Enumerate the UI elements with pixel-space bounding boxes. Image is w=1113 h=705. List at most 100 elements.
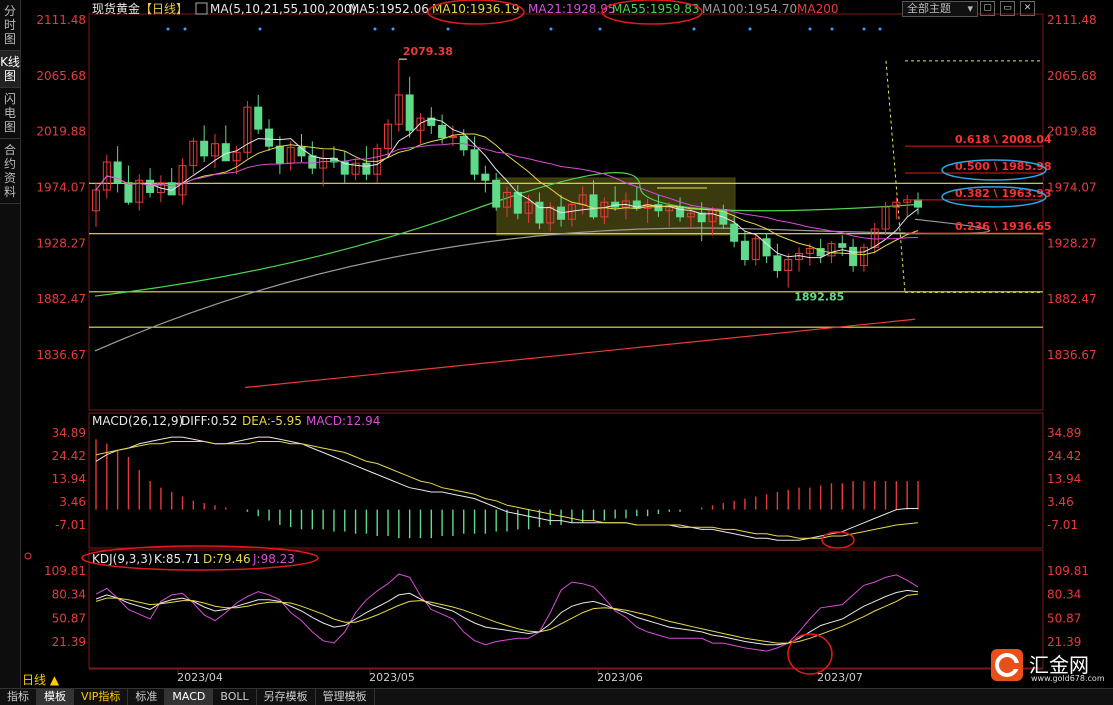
sidebar-tab-contract[interactable]: 合约资料 (0, 139, 20, 204)
y-tick-label-right: 2065.68 (1047, 69, 1097, 83)
y-tick-label-right: 1974.07 (1047, 181, 1097, 195)
x-tick-label: 2023/05 (369, 671, 415, 684)
y-tick-label-right: 2019.88 (1047, 125, 1097, 139)
theme-dropdown[interactable]: 全部主题 ▾ (902, 1, 978, 17)
event-marker-dot (862, 27, 866, 31)
candle-body (838, 243, 847, 248)
event-marker-dot (598, 27, 602, 31)
kdj-y-tick-right: 109.81 (1047, 564, 1089, 578)
candle-body (146, 179, 155, 193)
tab-standard[interactable]: 标准 (128, 689, 166, 705)
y-tick-label-right: 1928.27 (1047, 236, 1097, 250)
ma-label: MA(5,10,21,55,100,200) (210, 2, 356, 16)
tab-save-template[interactable]: 另存模板 (257, 689, 316, 705)
y-tick-label-left: 2111.48 (36, 13, 86, 27)
high-label: 2079.38 (403, 45, 453, 58)
macd-value: MACD:12.94 (306, 414, 380, 428)
ma200-line (244, 318, 916, 389)
tab-boll[interactable]: BOLL (213, 689, 257, 705)
annotation-ellipse-red (821, 531, 855, 549)
candle-body (913, 199, 923, 208)
chart-root: 2111.48 2111.48 2065.68 2065.68 2019.88 2019.… (0, 0, 1113, 704)
candle-body (221, 143, 230, 162)
sidebar-tab-flash[interactable]: 闪电图 (0, 88, 20, 139)
restore-icon[interactable]: ▢ (980, 1, 995, 16)
candle-body (730, 223, 739, 242)
sidebar: 分时图 K线图 闪电图 合约资料 (0, 0, 21, 688)
y-tick-label-right: 1836.67 (1047, 348, 1097, 362)
macd-diff: DIFF:0.52 (181, 414, 237, 428)
minimize-icon[interactable]: ▭ (1000, 1, 1015, 16)
y-tick-label-right: 1882.47 (1047, 292, 1097, 306)
x-tick-label: 2023/04 (177, 671, 223, 684)
event-marker-dot (373, 27, 377, 31)
tab-vip-indicator[interactable]: VIP指标 (74, 689, 129, 705)
candle-body (849, 246, 858, 267)
fib-level-label: 0.500 \ 1985.98 (955, 160, 1052, 173)
tab-macd[interactable]: MACD (165, 689, 214, 705)
event-marker-dot (830, 27, 834, 31)
sidebar-tab-kline[interactable]: K线图 (0, 51, 20, 88)
y-tick-label-left: 2019.88 (36, 125, 86, 139)
fib-diagonal (885, 60, 906, 293)
candle-body (275, 145, 284, 164)
candle-body (405, 94, 414, 131)
event-marker-dot (166, 27, 170, 31)
tab-template[interactable]: 模板 (37, 689, 74, 705)
close-icon[interactable]: ✕ (1020, 1, 1035, 16)
candle-body (265, 128, 274, 147)
event-marker-dot (878, 27, 882, 31)
candle-body (470, 149, 479, 175)
macd-y-tick-left: 24.42 (52, 449, 86, 463)
macd-y-tick-left: 34.89 (52, 426, 86, 440)
pane-border (88, 549, 1044, 669)
x-tick-label: 2023/06 (597, 671, 643, 684)
candle-body (254, 106, 263, 130)
candle-body (513, 191, 522, 214)
logo-url: www.gold678.com (1031, 674, 1105, 683)
chart-canvas: 2111.48 2111.48 2065.68 2065.68 2019.88 2019.… (24, 0, 1097, 684)
fib-level-label: 0.618 \ 2008.04 (955, 133, 1052, 146)
event-marker-dot (549, 27, 553, 31)
candle-body (362, 162, 371, 175)
chevron-down-icon: ▾ (967, 2, 973, 15)
y-tick-label-left: 1928.27 (36, 236, 86, 250)
kdj-y-tick-left: 50.87 (52, 611, 86, 625)
macd-y-tick-left: 13.94 (52, 472, 86, 486)
y-tick-label-right: 2111.48 (1047, 13, 1097, 27)
candle-body (740, 240, 749, 261)
event-marker-dot (258, 27, 262, 31)
candle-body (697, 212, 706, 223)
candle-body (589, 194, 598, 218)
kdj-y-tick-right: 50.87 (1047, 611, 1081, 625)
candle-body (438, 124, 447, 139)
macd-y-tick-left: -7.01 (55, 518, 86, 532)
macd-y-tick-right: 3.46 (1047, 495, 1074, 509)
sidebar-tab-timeshare[interactable]: 分时图 (0, 0, 20, 51)
kdj-y-tick-right: 80.34 (1047, 588, 1081, 602)
candle-body (308, 155, 317, 169)
y-tick-label-left: 1882.47 (36, 292, 86, 306)
fib-level-label: 0.236 \ 1936.65 (955, 220, 1052, 233)
kdj-y-tick-left: 21.39 (52, 635, 86, 649)
macd-dea: DEA:-5.95 (242, 414, 302, 428)
tab-manage-template[interactable]: 管理模板 (316, 689, 375, 705)
tab-indicator[interactable]: 指标 (0, 689, 37, 705)
ma-value: MA5:1952.06 (349, 2, 429, 16)
ma100-line (94, 218, 990, 352)
macd-y-tick-left: 3.46 (59, 495, 86, 509)
event-marker-dot (748, 27, 752, 31)
macd-y-tick-right: -7.01 (1047, 518, 1078, 532)
logo: 汇金网 www.gold678.com (985, 645, 1110, 685)
macd-y-tick-right: 13.94 (1047, 472, 1081, 486)
period-label[interactable]: 日线 ▲ (22, 671, 59, 688)
candle-body (124, 182, 133, 203)
fib-level-label: 0.382 \ 1963.93 (955, 187, 1052, 200)
kdj-d: D:79.46 (203, 552, 251, 566)
ma-value: MA100:1954.70 (702, 2, 797, 16)
macd-y-tick-right: 34.89 (1047, 426, 1081, 440)
kdj-y-tick-left: 80.34 (52, 588, 86, 602)
bottom-toolbar: 指标 模板 VIP指标 标准 MACD BOLL 另存模板 管理模板 (0, 688, 1113, 705)
kdj-y-tick-left: 109.81 (44, 564, 86, 578)
event-marker-dot (808, 27, 812, 31)
